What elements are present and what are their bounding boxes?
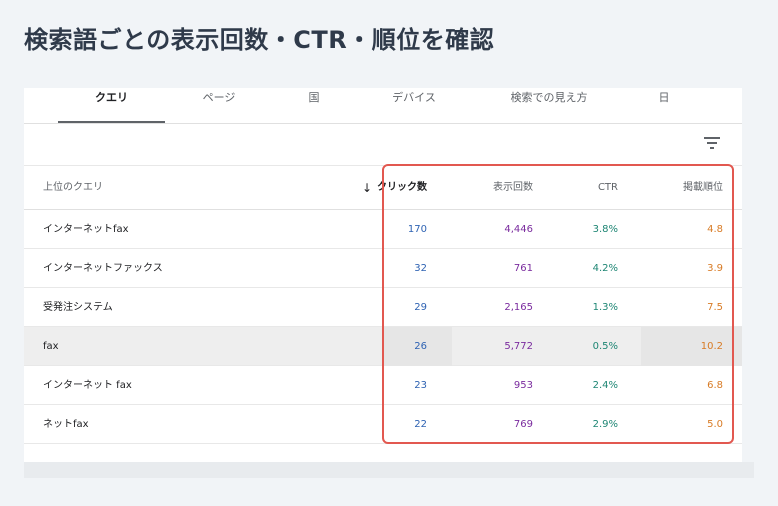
position-cell: 4.8 [707,224,723,235]
tab-dates[interactable]: 日 [649,88,679,124]
ctr-cell: 1.3% [592,302,618,313]
ctr-cell: 2.9% [592,419,618,430]
clicks-cell: 26 [414,341,427,352]
header-impressions[interactable]: 表示回数 [493,166,533,210]
clicks-cell: 170 [407,224,427,235]
ctr-cell: 2.4% [592,380,618,391]
table-row[interactable]: インターネット fax 23 953 2.4% 6.8 [24,366,742,405]
table-row[interactable]: 受発注システム 29 2,165 1.3% 7.5 [24,288,742,327]
impressions-cell: 953 [513,380,533,391]
page-title: 検索語ごとの表示回数・CTR・順位を確認 [24,26,495,54]
impressions-cell: 4,446 [504,224,533,235]
table-row[interactable]: ネットfax 22 769 2.9% 5.0 [24,405,742,444]
query-cell: ネットfax [43,419,89,430]
impressions-cell: 761 [513,263,533,274]
ctr-cell: 0.5% [592,341,618,352]
tab-devices[interactable]: デバイス [374,88,454,124]
impressions-cell: 2,165 [504,302,533,313]
header-clicks[interactable]: クリック数 [377,166,427,210]
position-cell: 7.5 [707,302,723,313]
active-tab-indicator [58,121,165,123]
query-cell: インターネットファックス [43,263,163,274]
tab-countries[interactable]: 国 [294,88,334,124]
position-cell: 6.8 [707,380,723,391]
position-cell: 10.2 [700,341,723,352]
position-cell: 3.9 [707,263,723,274]
arrow-down-icon: ↓ [362,181,373,195]
column-band [641,327,742,366]
position-cell: 5.0 [707,419,723,430]
ctr-cell: 3.8% [592,224,618,235]
table-row[interactable]: インターネットfax 170 4,446 3.8% 4.8 [24,210,742,249]
impressions-cell: 5,772 [504,341,533,352]
query-cell: インターネットfax [43,224,129,235]
performance-table-card: クエリ ページ 国 デバイス 検索での見え方 日 上位のクエリ ↓ クリック数 … [24,88,742,462]
tab-queries[interactable]: クエリ [58,88,165,124]
dimension-tabs: クエリ ページ 国 デバイス 検索での見え方 日 [24,88,742,124]
header-position[interactable]: 掲載順位 [683,166,723,210]
query-cell: 受発注システム [43,302,113,313]
table-row[interactable]: インターネットファックス 32 761 4.2% 3.9 [24,249,742,288]
table-header: 上位のクエリ ↓ クリック数 表示回数 CTR 掲載順位 [24,166,742,210]
ctr-cell: 4.2% [592,263,618,274]
filter-list-icon[interactable] [704,136,720,150]
filter-bar [24,124,742,166]
header-ctr[interactable]: CTR [598,166,618,210]
clicks-cell: 23 [414,380,427,391]
header-top-queries[interactable]: 上位のクエリ [43,166,103,210]
query-cell: インターネット fax [43,380,132,391]
table-row-hovered[interactable]: fax 26 5,772 0.5% 10.2 [24,327,742,366]
clicks-cell: 22 [414,419,427,430]
tab-search-appearance[interactable]: 検索での見え方 [494,88,604,124]
clicks-cell: 32 [414,263,427,274]
clicks-cell: 29 [414,302,427,313]
card-shadow [24,462,754,478]
impressions-cell: 769 [513,419,533,430]
query-cell: fax [43,341,59,352]
tab-pages[interactable]: ページ [184,88,254,124]
